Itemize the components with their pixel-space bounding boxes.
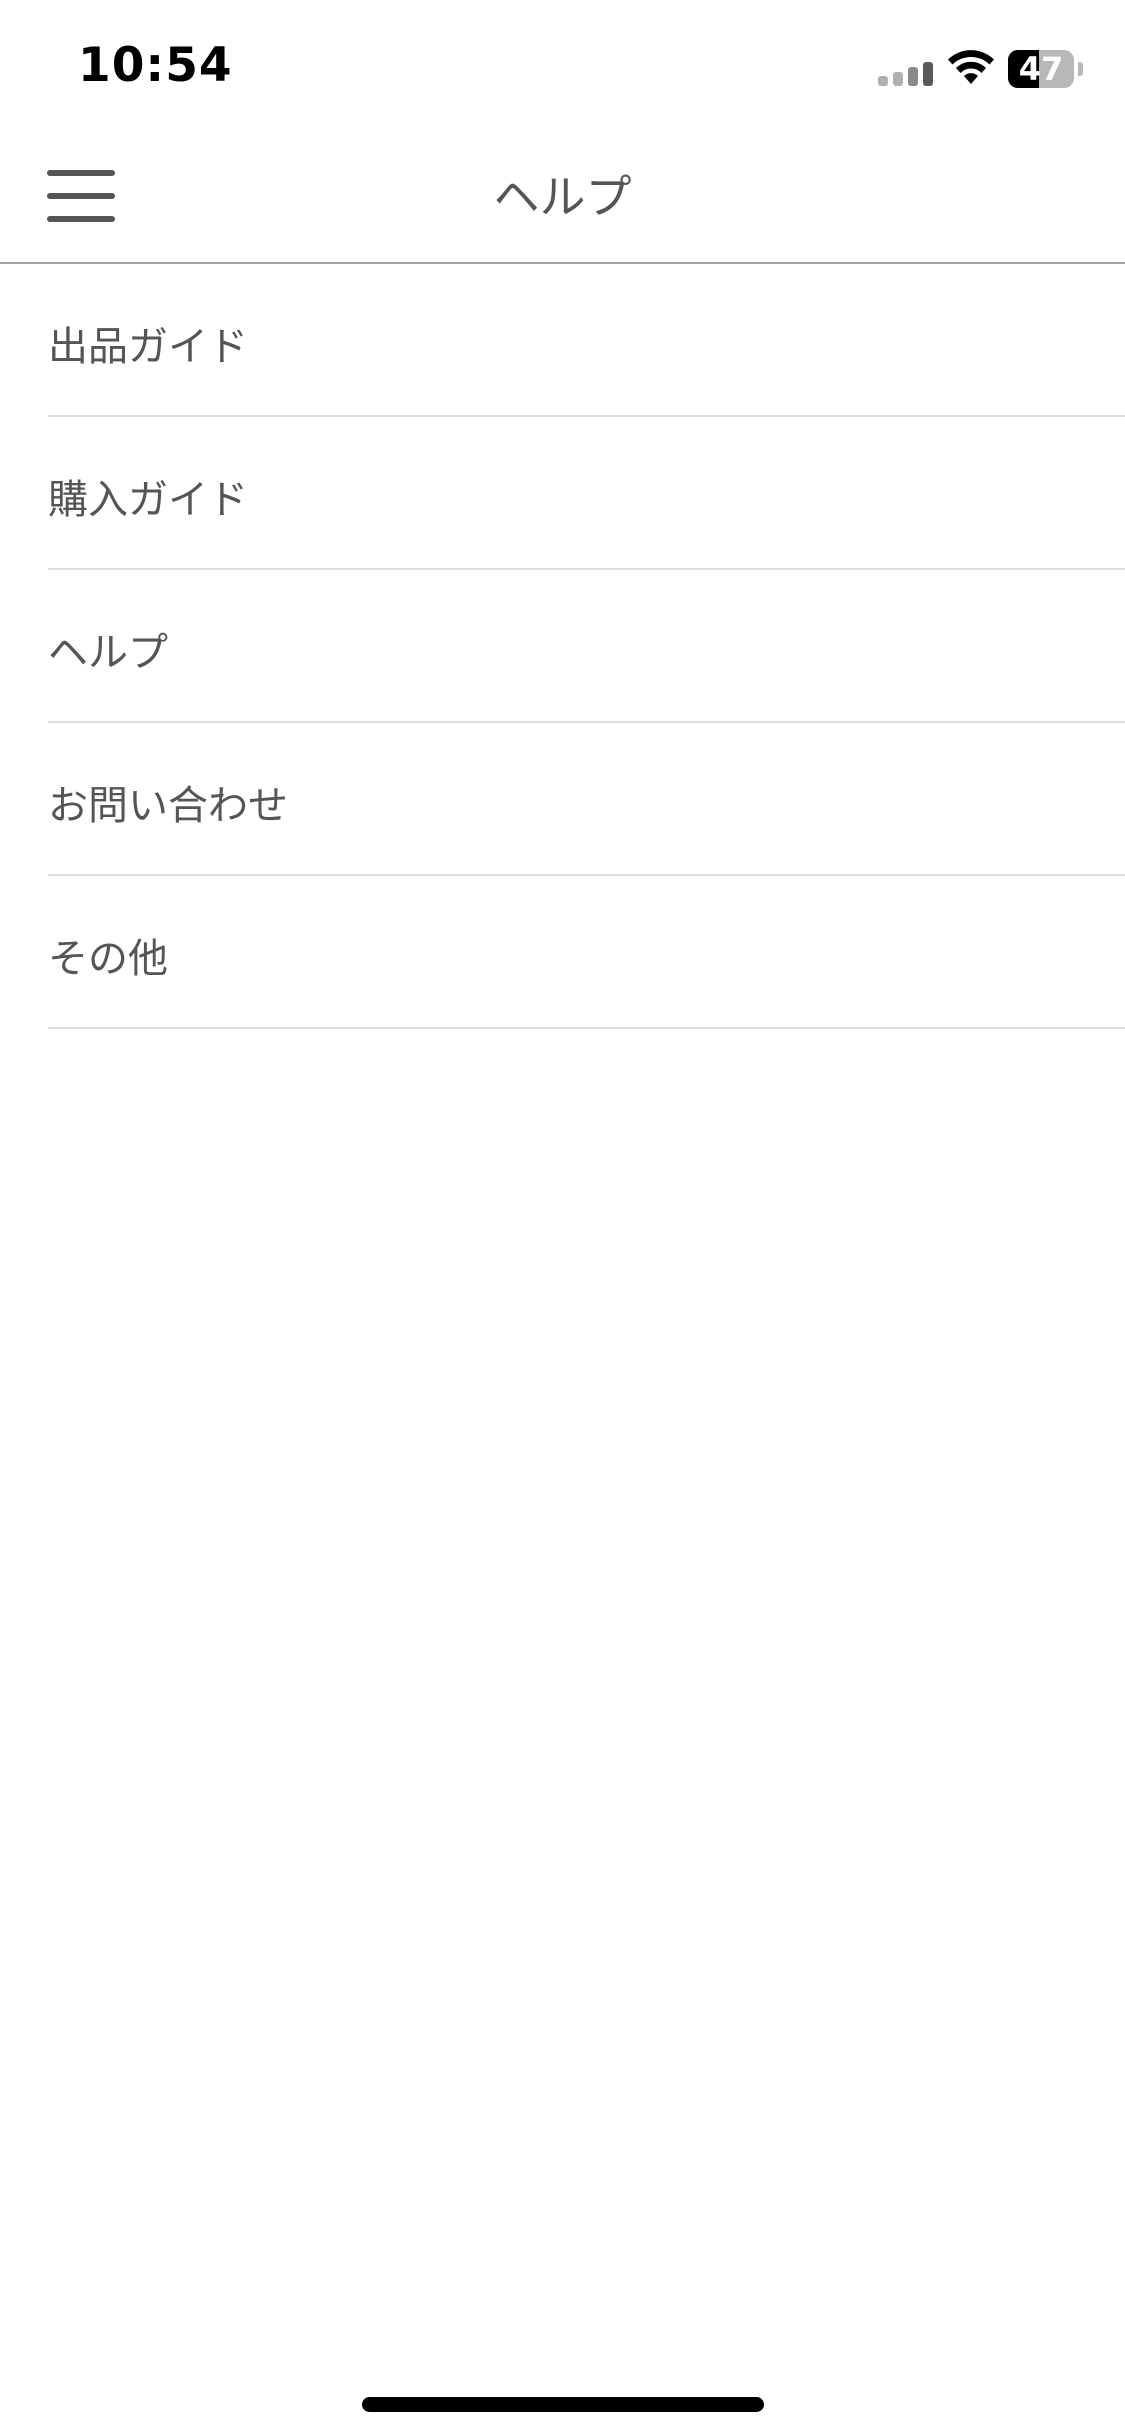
help-menu-list: 出品ガイド 購入ガイド ヘルプ お問い合わせ その他: [0, 264, 1125, 1029]
home-indicator: [362, 2397, 764, 2412]
menu-item-help[interactable]: ヘルプ: [48, 570, 1125, 723]
menu-item-listing-guide[interactable]: 出品ガイド: [48, 264, 1125, 417]
battery-cap: [1078, 62, 1083, 76]
page-title: ヘルプ: [493, 170, 632, 224]
menu-item-label: 購入ガイド: [48, 476, 248, 523]
hamburger-menu-button[interactable]: [36, 156, 126, 236]
status-bar: 10:54 47: [0, 0, 1125, 132]
battery-icon: 47: [1008, 50, 1084, 88]
menu-item-other[interactable]: その他: [48, 876, 1125, 1029]
menu-item-label: お問い合わせ: [48, 782, 288, 829]
menu-item-label: ヘルプ: [48, 629, 168, 676]
menu-item-label: その他: [48, 935, 168, 982]
menu-item-purchase-guide[interactable]: 購入ガイド: [48, 417, 1125, 570]
battery-level: 47: [1018, 50, 1064, 88]
menu-item-label: 出品ガイド: [48, 323, 248, 370]
wifi-icon: [948, 50, 994, 84]
status-time: 10:54: [78, 38, 233, 93]
hamburger-menu-icon: [47, 168, 115, 224]
menu-item-contact[interactable]: お問い合わせ: [48, 723, 1125, 876]
signal-icon: [878, 62, 933, 86]
nav-header: ヘルプ: [0, 132, 1125, 264]
battery-body: 47: [1008, 50, 1074, 88]
